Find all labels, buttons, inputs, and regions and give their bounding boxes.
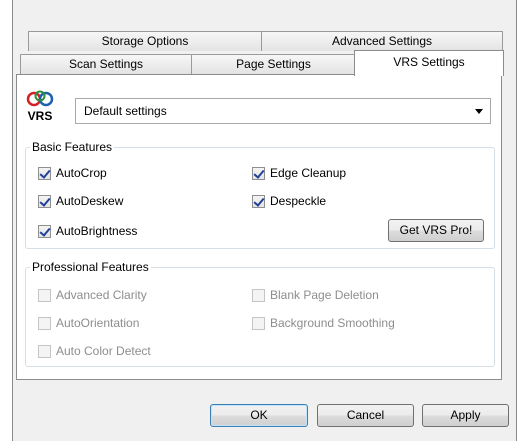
despeckle-label: Despeckle: [270, 194, 327, 208]
autodeskew-label: AutoDeskew: [56, 194, 124, 208]
vrs-logo: VRS: [25, 89, 65, 125]
professional-features-title: Professional Features: [30, 260, 151, 274]
checkbox-box: [38, 316, 51, 330]
chevron-down-icon: [475, 109, 483, 114]
checkbox-box: [252, 288, 265, 302]
tab-page-settings[interactable]: Page Settings: [191, 54, 356, 74]
autobrightness-checkbox[interactable]: AutoBrightness: [38, 223, 137, 239]
tab-vrs-settings[interactable]: VRS Settings: [354, 50, 504, 76]
blank-page-deletion-checkbox: Blank Page Deletion: [252, 287, 379, 303]
despeckle-checkbox[interactable]: Despeckle: [252, 193, 326, 209]
autodeskew-checkbox[interactable]: AutoDeskew: [38, 193, 123, 209]
cancel-button[interactable]: Cancel: [317, 404, 414, 427]
checkbox-box: [38, 288, 51, 302]
checkbox-box[interactable]: [38, 224, 51, 238]
auto-color-detect-label: Auto Color Detect: [56, 344, 151, 358]
blank-page-deletion-label: Blank Page Deletion: [270, 288, 379, 302]
background-smoothing-label: Background Smoothing: [270, 316, 395, 330]
autocrop-checkbox[interactable]: AutoCrop: [38, 165, 107, 181]
checkbox-box[interactable]: [252, 194, 265, 208]
background-smoothing-checkbox: Background Smoothing: [252, 315, 395, 331]
vrs-profile-dropdown[interactable]: Default settings: [75, 98, 491, 124]
edge-cleanup-label: Edge Cleanup: [270, 166, 347, 180]
autoorientation-checkbox: AutoOrientation: [38, 315, 139, 331]
basic-features-title: Basic Features: [30, 140, 115, 154]
basic-features-group: Basic Features AutoCrop Edge Cleanup Aut…: [25, 140, 495, 249]
autoorientation-label: AutoOrientation: [56, 316, 140, 330]
autocrop-label: AutoCrop: [56, 166, 107, 180]
tab-advanced-settings[interactable]: Advanced Settings: [261, 31, 503, 51]
ok-button[interactable]: OK: [210, 404, 308, 427]
vrs-logo-icon: [26, 90, 54, 107]
vrs-logo-text: VRS: [27, 109, 53, 123]
vrs-profile-value: Default settings: [84, 104, 167, 118]
checkbox-box[interactable]: [38, 166, 51, 180]
professional-features-group: Professional Features Advanced Clarity B…: [25, 260, 495, 367]
tab-scan-settings[interactable]: Scan Settings: [20, 54, 192, 74]
advanced-clarity-checkbox: Advanced Clarity: [38, 287, 147, 303]
checkbox-box: [38, 344, 51, 358]
vrs-settings-panel: VRS Default settings Basic Features Auto…: [16, 74, 502, 380]
checkbox-box: [252, 316, 265, 330]
apply-button[interactable]: Apply: [422, 404, 509, 427]
auto-color-detect-checkbox: Auto Color Detect: [38, 343, 151, 359]
autobrightness-label: AutoBrightness: [56, 224, 138, 238]
edge-cleanup-checkbox[interactable]: Edge Cleanup: [252, 165, 346, 181]
get-vrs-pro-button[interactable]: Get VRS Pro!: [388, 219, 484, 242]
tab-storage-options[interactable]: Storage Options: [28, 31, 262, 51]
checkbox-box[interactable]: [38, 194, 51, 208]
advanced-clarity-label: Advanced Clarity: [56, 288, 147, 302]
checkbox-box[interactable]: [252, 166, 265, 180]
